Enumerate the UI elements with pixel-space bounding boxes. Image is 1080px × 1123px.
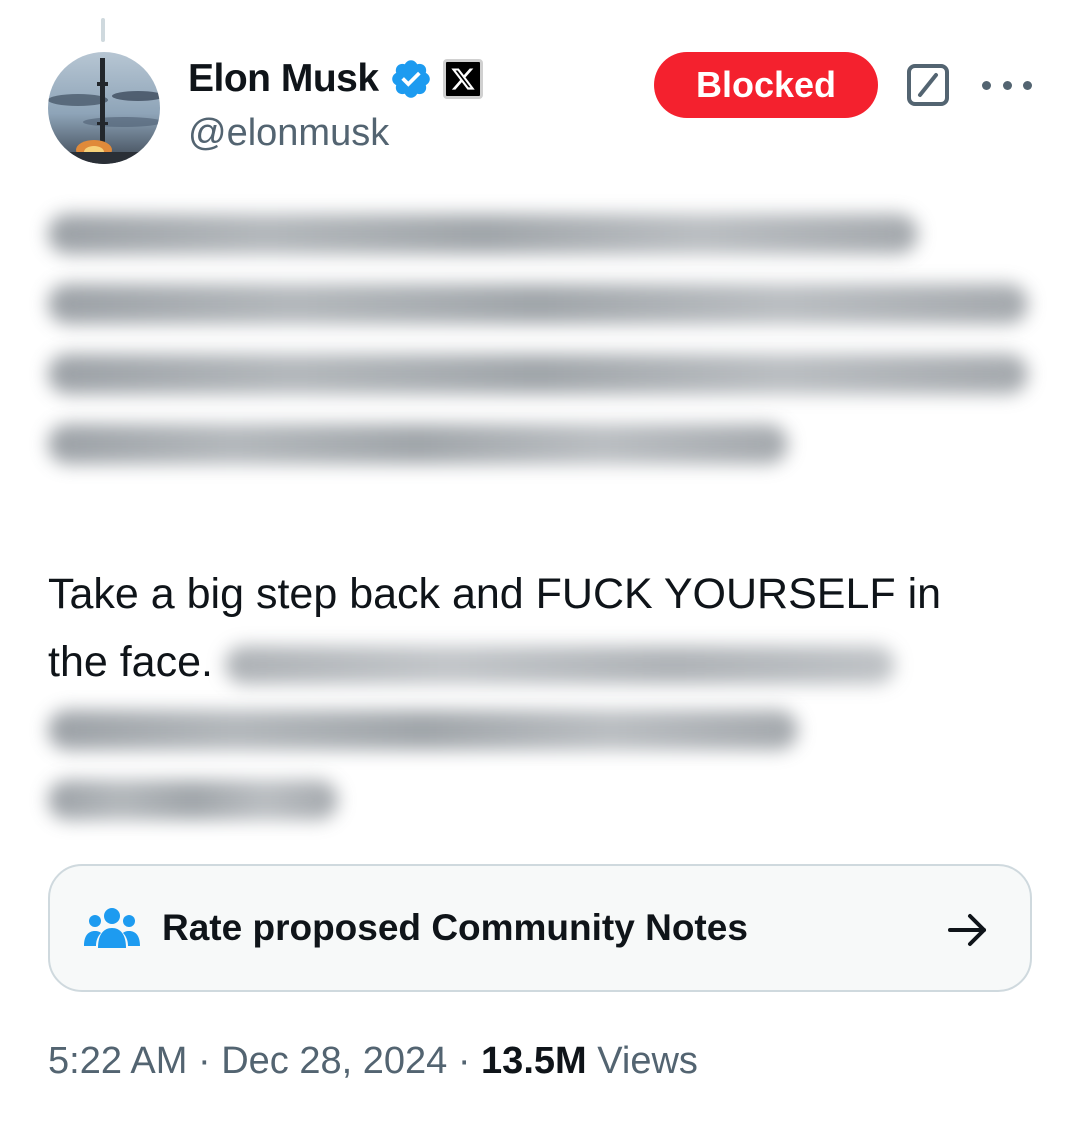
- more-icon[interactable]: [982, 70, 1032, 100]
- tweet-text-line-2: the face.: [48, 628, 1038, 696]
- blurred-text-line: [48, 710, 798, 750]
- tweet-text-line-2-visible: the face.: [48, 638, 213, 686]
- blocked-button[interactable]: Blocked: [654, 52, 878, 118]
- tweet-metadata: 5:22 AM · Dec 28, 2024 · 13.5M Views: [48, 1040, 698, 1083]
- people-icon: [84, 905, 140, 951]
- more-dot: [982, 80, 991, 90]
- blurred-text-inline: [224, 645, 895, 684]
- avatar[interactable]: [48, 52, 160, 164]
- author-name-row: Elon Musk: [188, 54, 483, 104]
- avatar-image: [48, 52, 160, 164]
- blurred-text-line: [48, 214, 918, 254]
- tweet-text-blurred-bottom: [48, 710, 1038, 850]
- views-label: Views: [597, 1040, 698, 1082]
- blurred-text-line: [48, 424, 788, 464]
- rate-community-notes-button[interactable]: Rate proposed Community Notes: [48, 864, 1032, 992]
- blurred-text-line: [48, 354, 1028, 394]
- author-handle[interactable]: @elonmusk: [188, 112, 389, 155]
- thread-connector-line: [101, 18, 105, 42]
- tweet-text-visible: Take a big step back and FUCK YOURSELF i…: [48, 560, 1038, 696]
- meta-separator: ·: [457, 1040, 471, 1082]
- x-logo-icon[interactable]: [442, 59, 483, 99]
- tweet-time[interactable]: 5:22 AM: [48, 1040, 187, 1082]
- verified-badge-icon[interactable]: [389, 57, 433, 101]
- more-dot: [1023, 80, 1032, 90]
- tweet-text-line-1: Take a big step back and FUCK YOURSELF i…: [48, 570, 942, 618]
- tweet-text-blurred-top: [48, 214, 1038, 494]
- arrow-right-icon: [946, 908, 990, 952]
- community-notes-label: Rate proposed Community Notes: [162, 907, 748, 948]
- meta-separator: ·: [197, 1040, 211, 1082]
- blurred-text-line: [48, 284, 1028, 324]
- grok-icon[interactable]: [905, 62, 951, 108]
- blurred-text-line: [48, 780, 338, 820]
- author-display-name[interactable]: Elon Musk: [188, 57, 379, 101]
- more-dot: [1002, 80, 1012, 90]
- tweet-date[interactable]: Dec 28, 2024: [221, 1040, 447, 1082]
- views-count[interactable]: 13.5M: [481, 1040, 587, 1082]
